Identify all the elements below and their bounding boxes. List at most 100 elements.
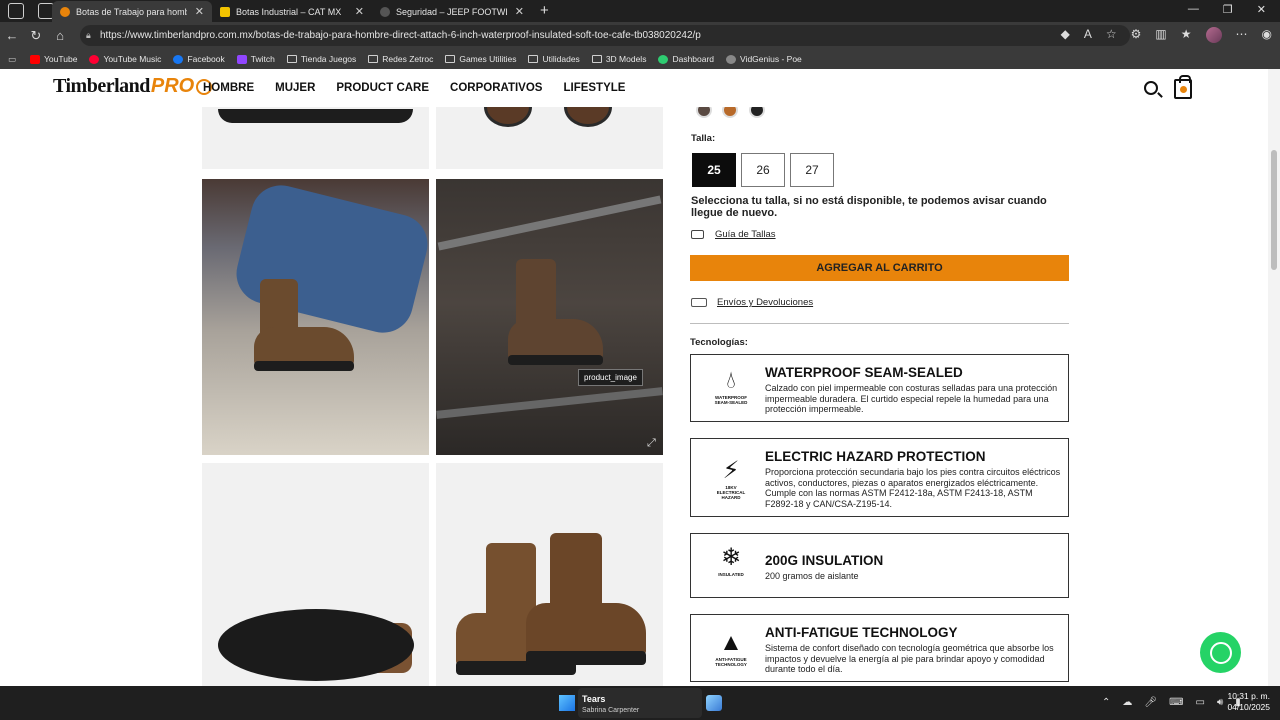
outsole-shape [218,609,414,681]
bookmark-vidgenius[interactable]: VidGenius - Poe [726,54,802,64]
bookmark-utilidades[interactable]: Utilidades [528,54,580,64]
product-image-lifestyle-1[interactable] [202,179,429,455]
nav-mujer[interactable]: MUJER [275,82,315,94]
address-input[interactable]: 🔒︎ https://www.timberlandpro.com.mx/bota… [80,25,1130,46]
tech-name: WATERPROOF SEAM-SEALED [765,365,963,380]
tech-name: ANTI-FATIGUE TECHNOLOGY [765,625,958,640]
shopping-tag-icon[interactable]: ◆ [1061,27,1070,43]
bookmark-games-utilities[interactable]: Games Utilities [445,54,516,64]
lightning-icon: ⚡︎ 18KV ELECTRICAL HAZARD [716,457,746,500]
split-screen-icon[interactable]: ▥ [1155,27,1166,43]
poe-icon [726,54,737,64]
tech-card-insulation: ❄︎ INSULATED 200G INSULATION 200 gramos … [690,533,1069,598]
divider [690,323,1069,324]
site-header: Timberland PRO HOMBRE MUJER PRODUCT CARE… [0,69,1268,107]
extensions-icon[interactable]: ⚙ [1131,27,1142,43]
ruler-icon [691,230,704,239]
product-info-panel: Talla: 25 26 27 Selecciona tu talla, si … [690,69,1069,686]
bookmark-youtube-music[interactable]: YouTube Music [89,54,161,64]
tab-cat[interactable]: Botas Industrial – CAT MX ✕ [212,1,372,22]
bookmark-facebook[interactable]: Facebook [173,54,225,64]
profile-avatar[interactable] [1205,27,1222,43]
folder-icon [445,55,456,63]
expand-icon[interactable]: ⤢ [647,437,656,450]
bookmarks-menu-icon[interactable]: ▭ [8,54,16,65]
nav-corporativos[interactable]: CORPORATIVOS [450,82,542,94]
size-availability-note: Selecciona tu talla, si no está disponib… [691,195,1047,219]
metal-bar-shape [437,195,662,251]
refresh-icon[interactable]: ↻ [24,28,48,44]
bookmark-3d-models[interactable]: 3D Models [591,54,646,64]
product-image-pair[interactable] [436,463,663,686]
tech-name: 200G INSULATION [765,553,884,568]
size-option-26[interactable]: 26 [741,153,785,187]
jeep-favicon-icon [380,6,390,17]
media-widget[interactable]: Tears Sabrina Carpenter [578,688,702,718]
folder-icon [528,55,539,63]
add-to-cart-button[interactable]: AGREGAR AL CARRITO [690,255,1069,281]
scrollbar-thumb[interactable] [1271,150,1277,270]
nav-product-care[interactable]: PRODUCT CARE [336,82,429,94]
back-icon[interactable]: ← [0,28,24,43]
read-aloud-icon[interactable]: A [1084,27,1092,43]
technologies-heading: Tecnologías: [690,337,748,348]
nav-hombre[interactable]: HOMBRE [203,82,254,94]
tech-description: Sistema de confort diseñado con tecnolog… [765,643,1054,674]
bookmark-dashboard[interactable]: Dashboard [658,54,714,64]
copilot-icon[interactable]: ◉ [1262,27,1272,43]
search-icon[interactable] [1144,81,1158,95]
favorite-star-icon[interactable]: ☆ [1106,27,1117,43]
size-option-27[interactable]: 27 [790,153,834,187]
timberland-pro-logo[interactable]: Timberland PRO [53,75,213,98]
whatsapp-button[interactable] [1200,632,1241,673]
folder-icon [591,55,602,63]
dashboard-icon [658,54,669,64]
size-label: Talla: [691,133,716,144]
windows-start-icon[interactable] [559,695,575,711]
tab-timberland[interactable]: Botas de Trabajo para hombre Di ✕ [52,1,212,22]
close-window-icon[interactable]: ✕ [1257,3,1266,16]
truck-icon [691,298,707,307]
youtube-music-icon [89,54,100,64]
shipping-returns-link[interactable]: Envíos y Devoluciones [691,297,813,308]
bookmark-tienda-juegos[interactable]: Tienda Juegos [286,54,356,64]
close-tab-icon[interactable]: ✕ [195,5,204,18]
tech-card-anti-fatigue: ▲ ANTI-FATIGUE TECHNOLOGY ANTI-FATIGUE T… [690,614,1069,682]
pinned-app-icon[interactable] [706,695,722,711]
boot-shape [516,533,656,673]
display-icon[interactable]: ▭ [1196,697,1205,708]
keyboard-icon[interactable]: ⌨ [1169,697,1183,708]
bookmark-twitch[interactable]: Twitch [236,54,275,64]
microphone-icon[interactable]: 🎤︎ [1144,697,1157,708]
more-menu-icon[interactable]: ⋯ [1236,27,1248,43]
volume-icon[interactable]: 🔊︎ [1217,697,1223,708]
clock[interactable]: 10:31 p. m. 04/10/2025 [1227,691,1270,713]
boot-shape [496,259,606,379]
workspaces-icon[interactable] [8,3,24,19]
address-toolbar: ← ↻ ⌂ 🔒︎ https://www.timberlandpro.com.m… [0,22,1280,49]
snowflake-icon: ❄︎ INSULATED [718,544,744,577]
new-tab-icon[interactable]: + [540,2,549,19]
home-icon[interactable]: ⌂ [48,28,72,43]
product-image-lifestyle-2[interactable]: product_image ⤢ [436,179,663,455]
size-option-25[interactable]: 25 [692,153,736,187]
product-image-sole[interactable] [202,463,429,686]
folder-icon [368,55,379,63]
tab-jeep[interactable]: Seguridad – JEEP FOOTWEAR ✕ [372,1,532,22]
bookmark-youtube[interactable]: YouTube [30,54,77,64]
minimize-icon[interactable]: — [1188,3,1199,16]
bookmark-redes-zetroc[interactable]: Redes Zetroc [368,54,433,64]
tech-description: Proporciona protección secundaria bajo l… [765,467,1061,509]
favorites-icon[interactable]: ★ [1181,27,1192,43]
twitch-icon [236,54,247,64]
nav-lifestyle[interactable]: LIFESTYLE [563,82,625,94]
folder-icon [286,55,297,63]
close-tab-icon[interactable]: ✕ [355,5,364,18]
cloud-icon[interactable]: ☁ [1122,697,1132,708]
chevron-up-icon[interactable]: ⌃ [1102,697,1110,708]
size-guide-link[interactable]: Guía de Tallas [691,229,776,240]
tech-description: Calzado con piel impermeable con costura… [765,383,1058,414]
restore-icon[interactable]: ❐ [1223,3,1233,16]
shopping-bag-icon[interactable] [1174,75,1192,99]
close-tab-icon[interactable]: ✕ [515,5,524,18]
